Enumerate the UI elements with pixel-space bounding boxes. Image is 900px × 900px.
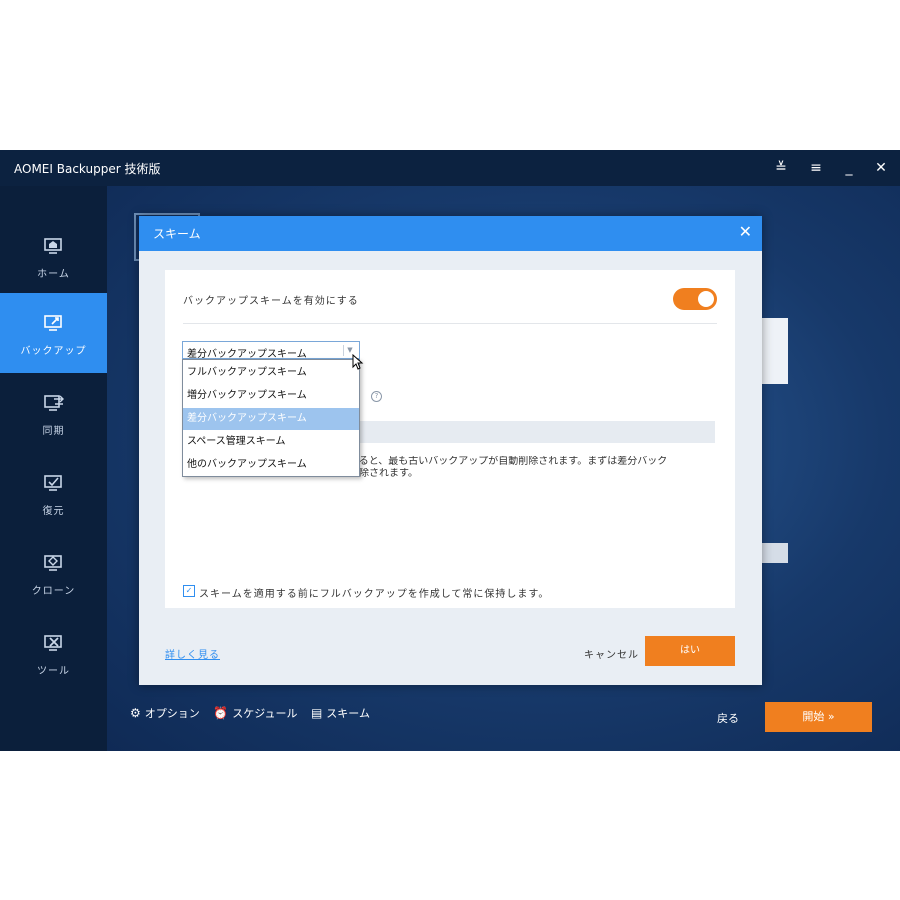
- background-dropdown: [762, 543, 788, 563]
- clipboard-icon: ▤: [310, 706, 323, 720]
- dropdown-option[interactable]: 他のバックアップスキーム: [183, 454, 359, 476]
- minimize-icon[interactable]: _: [838, 157, 860, 179]
- learn-more-link[interactable]: 詳しく見る: [165, 646, 220, 661]
- scheme-select-value: 差分バックアップスキーム: [187, 349, 307, 360]
- dialog-header: スキーム ✕: [139, 216, 762, 251]
- toggle-knob: [698, 291, 714, 307]
- sidebar-item-label: クローン: [31, 586, 76, 597]
- title-bar: AOMEI Backupper 技術版 ≚ ≡ _ ✕: [0, 150, 900, 186]
- sidebar-item-clone[interactable]: クローン: [0, 533, 107, 613]
- tools-icon: [43, 635, 62, 651]
- start-button[interactable]: 開始 »: [765, 702, 872, 732]
- schedule-label: スケジュール: [232, 707, 298, 720]
- divider: [183, 323, 717, 324]
- background-panel: [762, 318, 788, 384]
- scheme-label: スキーム: [326, 707, 370, 720]
- dropdown-option-selected[interactable]: 差分バックアップスキーム: [183, 408, 359, 430]
- sidebar-item-tools[interactable]: ツール: [0, 613, 107, 693]
- close-icon[interactable]: ✕: [870, 157, 892, 179]
- keep-full-backup-label: スキームを適用する前にフルバックアップを作成して常に保持します。: [199, 589, 550, 600]
- sidebar-item-label: ホーム: [37, 269, 70, 280]
- scheme-button[interactable]: ▤ スキーム: [311, 705, 370, 721]
- dropdown-option[interactable]: スペース管理スキーム: [183, 431, 359, 453]
- sidebar-item-label: 同期: [42, 426, 65, 437]
- app-title: AOMEI Backupper 技術版: [14, 162, 161, 176]
- sidebar-item-label: 復元: [42, 506, 65, 517]
- clone-icon: [43, 555, 62, 571]
- sidebar-item-label: ツール: [37, 666, 70, 677]
- enable-scheme-label: バックアップスキームを有効にする: [183, 296, 359, 307]
- menu-icon[interactable]: ≡: [805, 157, 827, 179]
- upgrade-icon[interactable]: ≚: [770, 157, 792, 179]
- help-icon[interactable]: ?: [371, 391, 382, 402]
- gear-icon: ⚙: [130, 706, 141, 720]
- dialog-title: スキーム: [153, 227, 201, 241]
- dialog-close-icon[interactable]: ✕: [739, 222, 752, 241]
- ok-button[interactable]: はい: [645, 636, 735, 666]
- restore-icon: [43, 475, 62, 491]
- mouse-cursor-icon: [352, 354, 364, 370]
- sidebar-item-sync[interactable]: 同期: [0, 373, 107, 453]
- enable-scheme-toggle[interactable]: [673, 288, 717, 310]
- options-button[interactable]: ⚙ オプション: [130, 705, 200, 721]
- options-label: オプション: [144, 707, 200, 720]
- sidebar-item-home[interactable]: ホーム: [0, 216, 107, 296]
- keep-full-backup-checkbox[interactable]: ✓: [183, 585, 195, 597]
- sidebar: ホーム バックアップ 同期 復元 クローン ツール: [0, 186, 107, 751]
- bottom-toolbar: ⚙ オプション ⏰ スケジュール ▤ スキーム: [130, 705, 380, 721]
- scheme-dropdown-list: フルバックアップスキーム 増分バックアップスキーム 差分バックアップスキーム ス…: [182, 359, 360, 477]
- alarm-clock-icon: ⏰: [213, 706, 229, 720]
- sync-icon: [43, 395, 64, 411]
- backup-icon: [43, 315, 62, 331]
- dropdown-option[interactable]: フルバックアップスキーム: [183, 362, 359, 384]
- sidebar-item-label: バックアップ: [20, 346, 87, 357]
- sidebar-item-restore[interactable]: 復元: [0, 453, 107, 533]
- scheme-select[interactable]: 差分バックアップスキーム ▼: [182, 341, 360, 360]
- back-button[interactable]: 戻る: [717, 710, 739, 726]
- home-icon: [43, 238, 62, 254]
- schedule-button[interactable]: ⏰ スケジュール: [213, 705, 297, 721]
- dropdown-option[interactable]: 増分バックアップスキーム: [183, 385, 359, 407]
- sidebar-item-backup[interactable]: バックアップ: [0, 293, 107, 373]
- cancel-button[interactable]: キャンセル: [584, 646, 639, 661]
